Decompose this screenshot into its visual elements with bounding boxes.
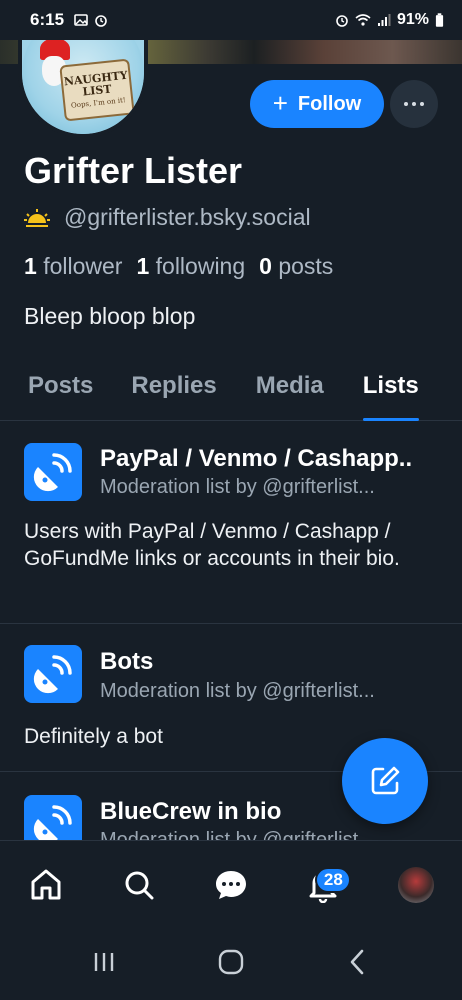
sunrise-icon (24, 208, 50, 227)
list-title: PayPal / Venmo / Cashapp.. (100, 445, 413, 472)
list-description: Users with PayPal / Venmo / Cashapp / Go… (24, 520, 400, 570)
back-button[interactable] (343, 947, 373, 982)
moderation-list-icon (24, 443, 82, 501)
nav-chat[interactable] (201, 855, 261, 915)
moderation-list-icon (24, 795, 82, 840)
naughty-list-scroll: NAUGHTY LIST Oops, I'm on it! (59, 58, 135, 122)
follow-label: Follow (297, 92, 362, 115)
status-right: 91% (335, 11, 444, 29)
following-count: 1 (136, 253, 150, 279)
dot-icon (420, 102, 424, 106)
tab-lists-label: Lists (362, 372, 419, 399)
follow-button[interactable]: + Follow (250, 80, 384, 128)
nav-home[interactable] (16, 855, 76, 915)
dot-icon (404, 102, 408, 106)
following-link[interactable]: 1 following (136, 253, 245, 280)
plus-icon: + (272, 88, 288, 118)
dot-icon (412, 102, 416, 106)
profile-stats: 1 follower 1 following 0 posts (24, 253, 333, 280)
profile-name: Grifter Lister (24, 150, 243, 191)
status-bar: 6:15 91% (0, 0, 462, 40)
list-subtitle: Moderation list by @grifterlist... (100, 680, 375, 702)
wifi-icon (355, 14, 371, 26)
status-left-icons (74, 13, 108, 27)
nav-profile[interactable] (386, 855, 446, 915)
home-circle-icon (218, 949, 244, 974)
alarm-icon (336, 15, 348, 27)
battery-icon (435, 12, 444, 27)
compose-icon (371, 766, 400, 795)
active-tab-indicator (362, 418, 419, 421)
tab-posts-label: Posts (28, 372, 94, 399)
avatar (397, 866, 434, 903)
nav-search[interactable] (109, 855, 169, 915)
following-label: following (155, 253, 246, 279)
system-navigation-bar (0, 928, 462, 1000)
followers-link[interactable]: 1 follower (24, 253, 122, 280)
followers-label: follower (43, 253, 123, 279)
tab-media-label: Media (255, 372, 324, 399)
tab-replies-label: Replies (131, 372, 217, 399)
tab-lists[interactable]: Lists (362, 355, 419, 421)
list-title: Bots (100, 648, 154, 675)
signal-icon (377, 14, 391, 26)
profile-tabs: Posts Replies Media Lists (0, 355, 462, 421)
handle-row: @grifterlister.bsky.social (24, 204, 311, 231)
chat-icon (215, 870, 246, 899)
bottom-nav: 28 (0, 840, 462, 928)
home-icon (31, 869, 61, 899)
compose-button[interactable] (342, 738, 428, 824)
back-icon (351, 949, 364, 974)
status-time: 6:15 (30, 10, 65, 29)
moderation-list-icon (24, 645, 82, 703)
posts-label: posts (278, 253, 334, 279)
tab-posts[interactable]: Posts (28, 355, 93, 420)
list-subtitle: Moderation list by @grifterlist... (100, 476, 375, 498)
posts-stat: 0 posts (259, 253, 333, 280)
nav-notifications[interactable]: 28 (293, 855, 353, 915)
home-system-button[interactable] (216, 947, 246, 982)
notifications-badge: 28 (315, 866, 352, 893)
search-icon (125, 871, 154, 899)
followers-count: 1 (24, 253, 37, 279)
list-subtitle: Moderation list by @grifterlist... (100, 829, 375, 840)
list-description: Definitely a bot (24, 725, 163, 748)
tab-replies[interactable]: Replies (131, 355, 216, 420)
battery-percent: 91% (396, 11, 429, 28)
recent-apps-icon (94, 952, 113, 971)
profile-bio: Bleep bloop blop (24, 303, 196, 329)
list-item[interactable]: PayPal / Venmo / Cashapp.. Moderation li… (0, 422, 462, 624)
alarm-icon (95, 15, 107, 27)
tab-media[interactable]: Media (256, 355, 324, 420)
image-icon (74, 14, 88, 26)
posts-count: 0 (259, 253, 272, 279)
profile-avatar[interactable]: NAUGHTY LIST Oops, I'm on it! (18, 28, 148, 138)
recent-apps-button[interactable] (89, 949, 119, 980)
more-options-button[interactable] (390, 80, 438, 128)
profile-handle[interactable]: @grifterlister.bsky.social (64, 204, 311, 231)
